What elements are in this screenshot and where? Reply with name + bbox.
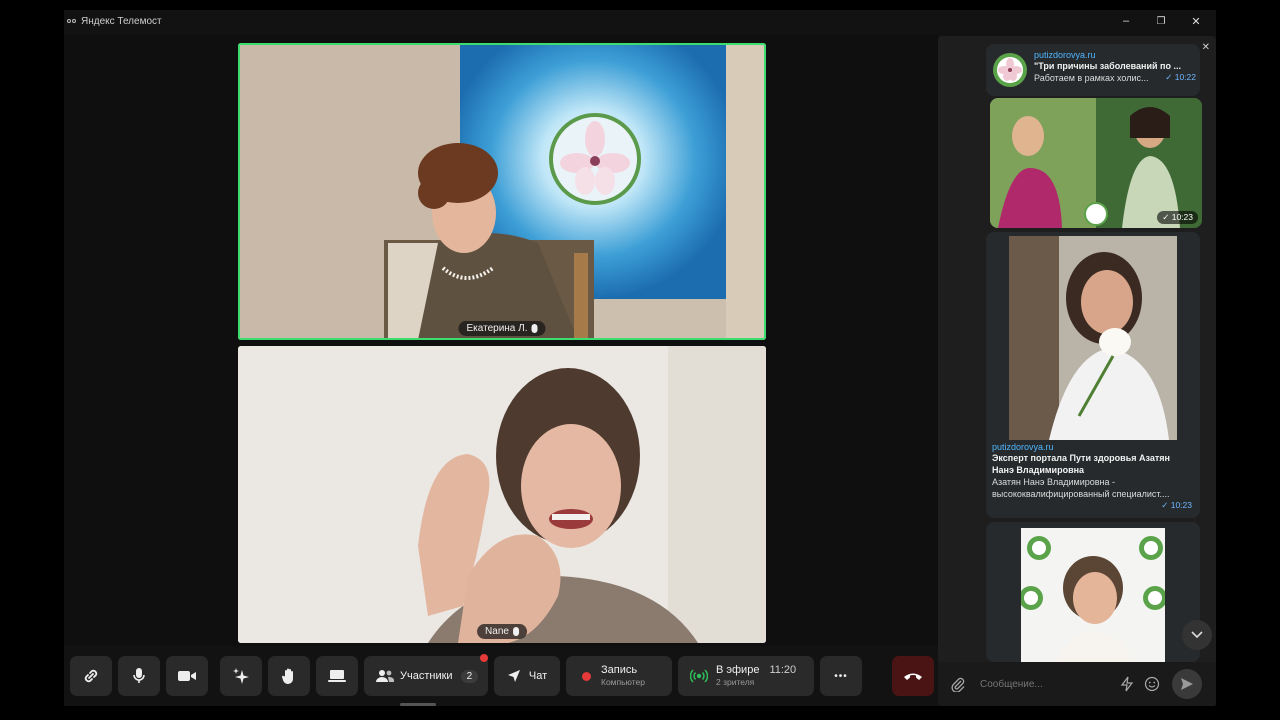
- horizontal-scrollbar[interactable]: [400, 703, 436, 706]
- call-toolbar: Участники 2 Чат Запись Компьютер В эфире…: [64, 646, 938, 706]
- send-icon: [1181, 678, 1193, 690]
- microphone-icon: [133, 668, 145, 683]
- article-text-line1: Азатян Нанэ Владимировна -: [992, 477, 1115, 487]
- lightning-icon[interactable]: [1120, 676, 1134, 692]
- message-time: ✓ 10:22: [1165, 72, 1196, 82]
- site-logo-icon: [993, 53, 1027, 87]
- chevron-down-icon: [1191, 631, 1203, 639]
- video-stage: Екатерина Л. Nane: [64, 34, 938, 646]
- microphone-button[interactable]: [118, 656, 160, 696]
- article-photo: [1009, 236, 1177, 440]
- send-arrow-icon: [507, 670, 520, 682]
- camera-button[interactable]: [166, 656, 208, 696]
- participant-name-pill: Nane: [477, 624, 527, 639]
- message-composer: [938, 662, 1216, 706]
- participants-count-badge: 2: [460, 669, 479, 683]
- chat-message-article[interactable]: putizdorovya.ru Эксперт портала Пути здо…: [986, 232, 1200, 518]
- effects-button[interactable]: [220, 656, 262, 696]
- people-icon: [376, 670, 394, 682]
- send-button[interactable]: [1172, 669, 1202, 699]
- message-text: Работаем в рамках холис...: [1034, 73, 1149, 83]
- article-text-line2: высококвалифицированный специалист....: [992, 489, 1170, 499]
- raise-hand-button[interactable]: [268, 656, 310, 696]
- chat-label: Чат: [528, 670, 548, 682]
- broadcast-icon: [690, 669, 708, 683]
- scroll-down-button[interactable]: [1182, 620, 1212, 650]
- screen-share-icon: [328, 670, 346, 682]
- chat-message-photo-partial[interactable]: [986, 522, 1200, 662]
- chat-panel: ✕ putizdorovya.ru "Три причины заболеван…: [938, 36, 1216, 706]
- participant-tile-nane[interactable]: Nane: [238, 346, 766, 643]
- hang-up-icon: [904, 673, 922, 680]
- shared-photo: [1021, 528, 1165, 662]
- emoji-icon[interactable]: [1144, 676, 1160, 692]
- close-button[interactable]: ✕: [1181, 10, 1211, 32]
- participant-name: Nane: [485, 626, 509, 637]
- link-icon: [84, 669, 98, 683]
- photo-timestamp: ✓ 10:23: [1157, 211, 1198, 224]
- title-bar: Яндекс Телемост: [64, 10, 1216, 32]
- app-logo-icon: [67, 18, 76, 25]
- chat-message-photo[interactable]: ✓ 10:23: [990, 98, 1202, 228]
- article-source: putizdorovya.ru: [992, 442, 1054, 452]
- record-label: Запись: [601, 664, 638, 676]
- telemost-window: Яндекс Телемост – ❐ ✕ Екатерина Л. Nane …: [64, 10, 1216, 706]
- sparkles-icon: [233, 668, 249, 684]
- notification-dot: [480, 654, 488, 662]
- chat-message-link-preview[interactable]: putizdorovya.ru "Три причины заболеваний…: [986, 44, 1200, 96]
- participants-label: Участники: [400, 670, 453, 682]
- record-dot-icon: [582, 671, 591, 681]
- live-label: В эфире: [716, 664, 760, 676]
- attach-icon[interactable]: [950, 676, 966, 692]
- mic-on-icon: [531, 324, 538, 333]
- live-timer: 11:20: [769, 664, 797, 676]
- message-source: putizdorovya.ru: [1034, 50, 1096, 60]
- mic-on-icon: [512, 627, 519, 636]
- article-title-line2: Нанэ Владимировна: [992, 465, 1085, 475]
- minimize-button[interactable]: –: [1111, 10, 1141, 32]
- chat-close-button[interactable]: ✕: [1202, 42, 1210, 53]
- participant-name-pill: Екатерина Л.: [458, 321, 546, 336]
- window-title: Яндекс Телемост: [81, 15, 162, 27]
- message-input[interactable]: [980, 678, 1110, 690]
- screen-share-button[interactable]: [316, 656, 358, 696]
- participant-tile-ekaterina[interactable]: Екатерина Л.: [238, 43, 766, 340]
- end-call-button[interactable]: [892, 656, 934, 696]
- chat-button[interactable]: Чат: [494, 656, 560, 696]
- live-stream-button[interactable]: В эфире 11:20 2 зрителя: [678, 656, 814, 696]
- participants-button[interactable]: Участники 2: [364, 656, 488, 696]
- camera-icon: [178, 671, 196, 681]
- more-options-button[interactable]: •••: [820, 656, 862, 696]
- article-time: ✓ 10:23: [1161, 500, 1192, 510]
- participant-name: Екатерина Л.: [466, 323, 528, 334]
- record-button[interactable]: Запись Компьютер: [566, 656, 672, 696]
- participant-video: [238, 43, 766, 340]
- maximize-button[interactable]: ❐: [1146, 10, 1176, 32]
- article-title-line1: Эксперт портала Пути здоровья Азатян: [992, 453, 1170, 463]
- invite-link-button[interactable]: [70, 656, 112, 696]
- viewers-count: 2 зрителя: [716, 677, 755, 687]
- message-title: "Три причины заболеваний по ...: [1034, 61, 1181, 71]
- shared-photo: [990, 98, 1202, 228]
- participant-video: [238, 346, 766, 643]
- record-sublabel: Компьютер: [601, 677, 645, 687]
- hand-icon: [281, 668, 293, 685]
